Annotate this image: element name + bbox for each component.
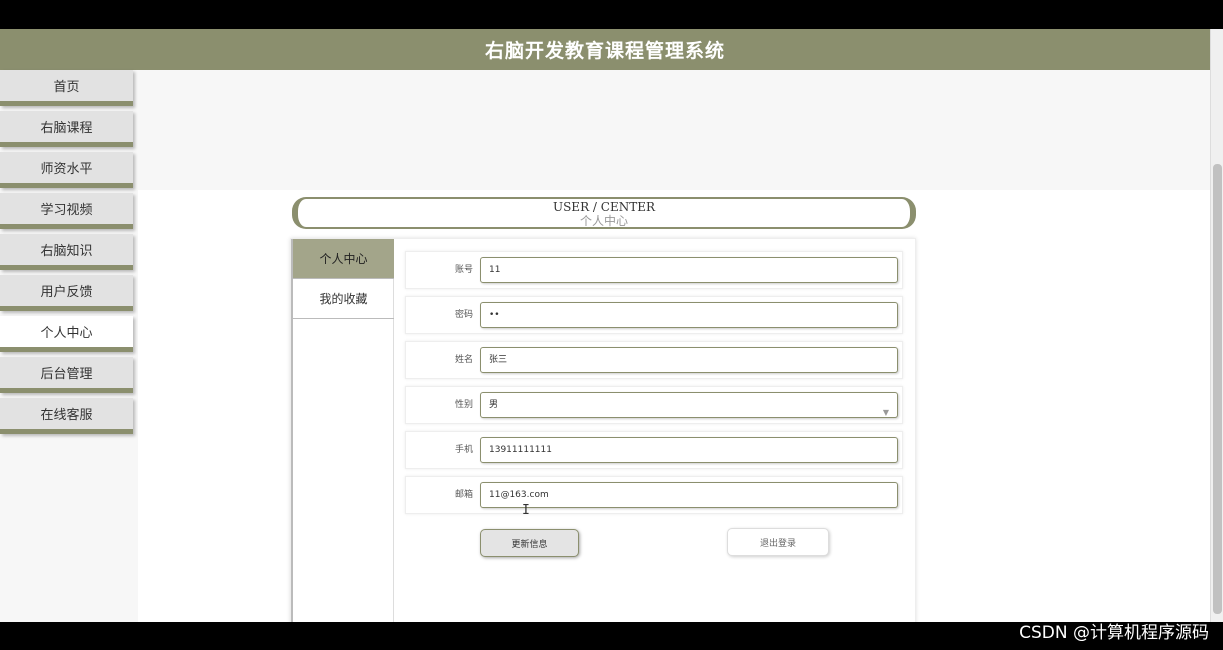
phone-label: 手机: [454, 445, 473, 455]
section-title-en: USER / CENTER: [552, 200, 656, 214]
browser-page: 右脑开发教育课程管理系统 首页 右脑课程 师资水平 学习视频 右脑知识 用户反馈…: [0, 29, 1210, 622]
sidebar-item-courses[interactable]: 右脑课程: [0, 111, 133, 147]
screen-frame: 右脑开发教育课程管理系统 首页 右脑课程 师资水平 学习视频 右脑知识 用户反馈…: [0, 0, 1223, 650]
email-field[interactable]: 11@163.com: [480, 482, 898, 508]
sidebar-item-knowledge[interactable]: 右脑知识: [0, 234, 133, 270]
tab-user-center[interactable]: 个人中心: [293, 239, 394, 279]
user-tabs: 个人中心 我的收藏: [291, 239, 394, 622]
section-title-cn: 个人中心: [579, 214, 628, 228]
form-row-phone: 手机 13911111111: [405, 431, 903, 469]
watermark: CSDN @计算机程序源码: [1019, 623, 1209, 643]
sidebar-item-label: 首页: [53, 80, 80, 95]
sidebar-item-label: 个人中心: [40, 326, 93, 341]
name-label: 姓名: [454, 355, 473, 365]
main-content: USER / CENTER 个人中心 个人中心 我的收藏 账号 11 密码 ••…: [138, 190, 1210, 622]
phone-field[interactable]: 13911111111: [480, 437, 898, 463]
form-row-email: 邮箱 11@163.com: [405, 476, 903, 514]
logout-button[interactable]: 退出登录: [727, 528, 829, 556]
update-info-button[interactable]: 更新信息: [480, 529, 579, 557]
password-label: 密码: [454, 310, 473, 320]
password-field[interactable]: ••: [480, 302, 898, 328]
form-row-password: 密码 ••: [405, 296, 903, 334]
name-field[interactable]: 张三: [480, 347, 898, 373]
banner-area: [138, 70, 1210, 190]
sidebar-item-label: 师资水平: [40, 162, 93, 177]
site-title: 右脑开发教育课程管理系统: [484, 40, 725, 62]
sidebar-item-home[interactable]: 首页: [0, 70, 133, 106]
sidebar-item-feedback[interactable]: 用户反馈: [0, 275, 133, 311]
form-row-name: 姓名 张三: [405, 341, 903, 379]
section-title: USER / CENTER 个人中心: [292, 197, 916, 229]
scrollbar-thumb[interactable]: [1213, 164, 1222, 614]
gender-select[interactable]: 男 ▼: [480, 392, 898, 418]
account-label: 账号: [454, 265, 473, 275]
tab-label: 个人中心: [319, 252, 368, 266]
page-scrollbar[interactable]: [1210, 29, 1223, 622]
chevron-down-icon: ▼: [882, 408, 889, 417]
sidebar: 首页 右脑课程 师资水平 学习视频 右脑知识 用户反馈 个人中心 后台管理 在线…: [0, 70, 138, 622]
sidebar-item-label: 右脑知识: [40, 244, 93, 259]
account-field[interactable]: 11: [480, 257, 898, 283]
sidebar-item-label: 用户反馈: [40, 285, 93, 300]
form-row-gender: 性别 男 ▼: [405, 386, 903, 424]
gender-label: 性别: [454, 400, 473, 410]
gender-value: 男: [489, 400, 499, 410]
sidebar-item-videos[interactable]: 学习视频: [0, 193, 133, 229]
tab-label: 我的收藏: [319, 292, 368, 306]
tab-favorites[interactable]: 我的收藏: [293, 279, 394, 319]
sidebar-item-teachers[interactable]: 师资水平: [0, 152, 133, 188]
sidebar-item-label: 学习视频: [40, 203, 93, 218]
site-header: 右脑开发教育课程管理系统: [0, 29, 1210, 70]
sidebar-item-support[interactable]: 在线客服: [0, 398, 133, 434]
form-row-account: 账号 11: [405, 251, 903, 289]
sidebar-item-user-center[interactable]: 个人中心: [0, 316, 133, 352]
sidebar-item-label: 后台管理: [40, 367, 93, 382]
sidebar-item-label: 右脑课程: [40, 121, 93, 136]
sidebar-item-label: 在线客服: [40, 408, 93, 423]
user-center-panel: 个人中心 我的收藏 账号 11 密码 •• 姓名 张三 性别 男 ▼ 手机 13…: [290, 238, 916, 622]
email-label: 邮箱: [454, 490, 473, 500]
text-cursor-icon: I: [522, 503, 530, 518]
sidebar-item-admin[interactable]: 后台管理: [0, 357, 133, 393]
